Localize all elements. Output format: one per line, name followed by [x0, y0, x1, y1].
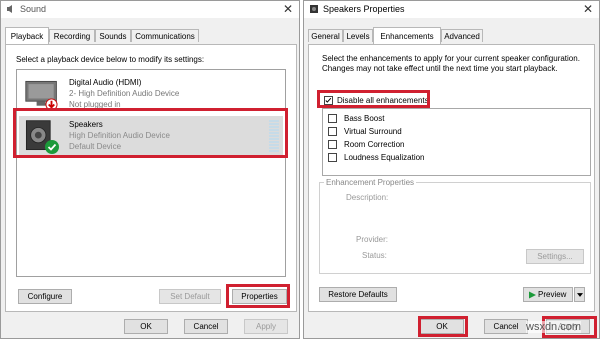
enhancement-label: Virtual Surround	[344, 127, 402, 136]
enhancement-label: Bass Boost	[344, 114, 385, 123]
title-bar[interactable]: Speakers Properties ✕	[304, 1, 599, 18]
tab-recording[interactable]: Recording	[49, 29, 95, 42]
highlight-properties	[226, 284, 290, 308]
instruction-text: Select a playback device below to modify…	[16, 55, 205, 64]
close-icon[interactable]: ✕	[283, 2, 293, 16]
close-icon[interactable]: ✕	[583, 2, 593, 16]
room-correction-checkbox[interactable]	[328, 140, 337, 149]
tab-communications[interactable]: Communications	[131, 29, 199, 42]
device-name: Digital Audio (HDMI)	[69, 78, 142, 87]
device-list[interactable]: Digital Audio (HDMI) 2- High Definition …	[16, 69, 286, 277]
speakers-properties-window: Speakers Properties ✕ General Levels Enh…	[303, 0, 600, 339]
device-driver: 2- High Definition Audio Device	[69, 89, 180, 98]
speaker-icon	[310, 5, 318, 13]
tab-sounds[interactable]: Sounds	[95, 29, 131, 42]
group-title: Enhancement Properties	[324, 178, 417, 187]
preview-label: Preview	[538, 290, 567, 299]
settings-button[interactable]: Settings...	[526, 249, 584, 264]
enhancement-list[interactable]: Bass Boost Virtual Surround Room Correct…	[322, 108, 591, 176]
set-default-button[interactable]: Set Default	[159, 289, 221, 304]
tab-advanced[interactable]: Advanced	[441, 29, 483, 42]
restore-defaults-button[interactable]: Restore Defaults	[319, 287, 397, 302]
cancel-button[interactable]: Cancel	[184, 319, 228, 334]
enhancement-label: Room Correction	[344, 140, 405, 149]
chevron-down-icon	[577, 293, 583, 297]
highlight-device	[13, 108, 288, 158]
apply-button[interactable]: Apply	[244, 319, 288, 334]
cancel-button[interactable]: Cancel	[484, 319, 528, 334]
highlight-ok	[418, 316, 468, 337]
description-text: Select the enhancements to apply for you…	[322, 54, 580, 73]
watermark-text: wsxdn.com	[526, 321, 582, 333]
configure-button[interactable]: Configure	[18, 289, 72, 304]
title-bar[interactable]: Sound ✕	[1, 1, 299, 18]
enhancement-properties-group: Enhancement Properties Description: Prov…	[319, 178, 591, 274]
tab-playback[interactable]: Playback	[5, 27, 49, 44]
tab-general[interactable]: General	[308, 29, 343, 42]
speaker-icon	[7, 5, 12, 13]
window-title: Speakers Properties	[323, 4, 405, 14]
ok-button[interactable]: OK	[124, 319, 168, 334]
sound-window: Sound ✕ Playback Recording Sounds Commun…	[0, 0, 300, 339]
status-label: Status:	[362, 251, 387, 260]
description-label: Description:	[346, 193, 389, 202]
tab-enhancements[interactable]: Enhancements	[373, 27, 441, 44]
enhancements-panel: Select the enhancements to apply for you…	[308, 44, 595, 312]
highlight-disable-all	[317, 90, 430, 108]
provider-label: Provider:	[356, 235, 389, 244]
bass-boost-checkbox[interactable]	[328, 114, 337, 123]
loudness-equalization-checkbox[interactable]	[328, 153, 337, 162]
playback-panel: Select a playback device below to modify…	[5, 44, 297, 312]
preview-dropdown-button[interactable]	[574, 287, 585, 302]
virtual-surround-checkbox[interactable]	[328, 127, 337, 136]
enhancement-label: Loudness Equalization	[344, 153, 425, 162]
window-title: Sound	[20, 4, 47, 14]
play-icon	[529, 291, 536, 299]
tab-levels[interactable]: Levels	[343, 29, 373, 42]
preview-button[interactable]: Preview	[523, 287, 573, 302]
